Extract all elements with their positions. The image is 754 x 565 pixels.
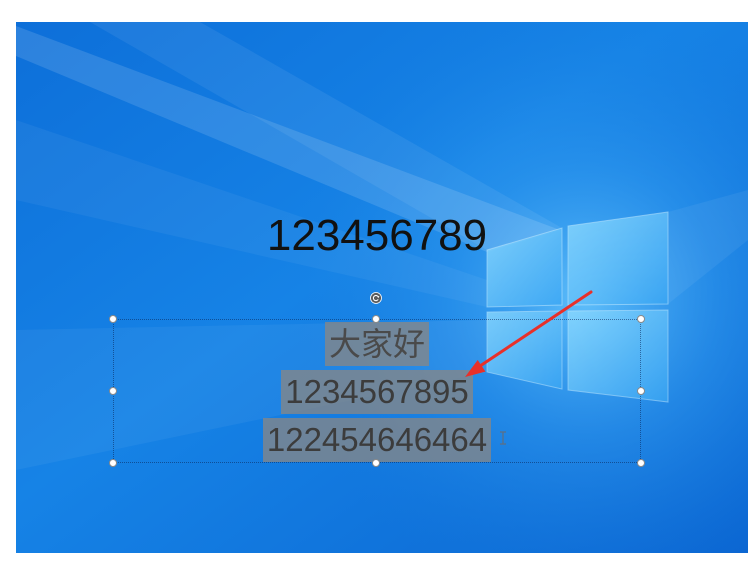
resize-handle-bottom[interactable]	[372, 459, 380, 467]
resize-handle-bottom-right[interactable]	[637, 459, 645, 467]
slide-background	[16, 22, 748, 553]
resize-handle-left[interactable]	[109, 387, 117, 395]
selected-text-box[interactable]: 大家好 1234567895 122454646464	[113, 319, 641, 463]
text-line: 1234567895	[114, 368, 640, 416]
text-cursor-icon	[500, 431, 506, 445]
resize-handle-bottom-left[interactable]	[109, 459, 117, 467]
selected-text[interactable]: 122454646464	[262, 418, 492, 462]
resize-handle-right[interactable]	[637, 387, 645, 395]
selected-text[interactable]: 大家好	[324, 322, 429, 366]
slide-editor-canvas: 123456789 大家好 1234567895 122454646464	[0, 0, 754, 565]
text-line: 122454646464	[114, 416, 640, 464]
slide-title-text[interactable]: 123456789	[0, 208, 754, 264]
text-line: 大家好	[114, 320, 640, 368]
rotate-icon[interactable]	[370, 292, 382, 304]
resize-handle-top-left[interactable]	[109, 315, 117, 323]
selected-text[interactable]: 1234567895	[281, 370, 473, 414]
resize-handle-top[interactable]	[372, 315, 380, 323]
resize-handle-top-right[interactable]	[637, 315, 645, 323]
